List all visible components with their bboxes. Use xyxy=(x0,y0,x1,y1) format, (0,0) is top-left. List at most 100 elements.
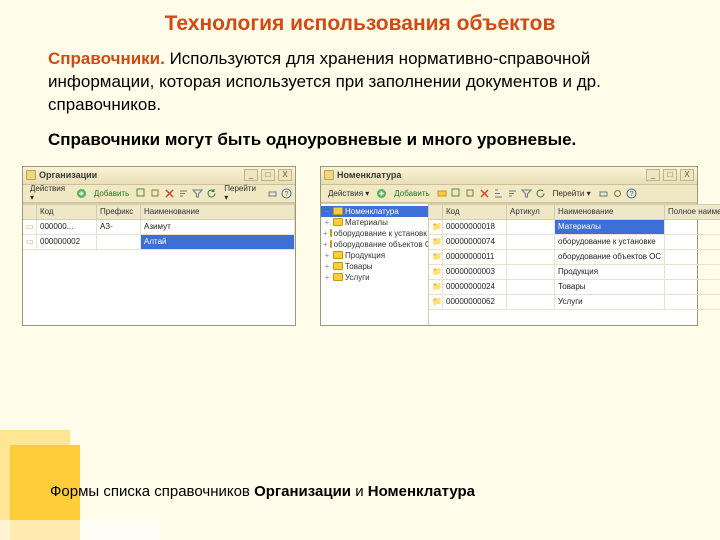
edit-icon[interactable] xyxy=(136,188,147,199)
cell-name[interactable]: Товары xyxy=(555,280,665,295)
col-header-code[interactable]: Код xyxy=(37,204,97,220)
edit-icon[interactable] xyxy=(451,188,462,199)
close-button[interactable]: X xyxy=(680,169,694,181)
close-button[interactable]: X xyxy=(278,169,292,181)
delete-icon[interactable] xyxy=(164,188,175,199)
cell-article[interactable] xyxy=(507,265,555,280)
refresh-icon[interactable] xyxy=(206,188,217,199)
cell-article[interactable] xyxy=(507,220,555,235)
expand-icon[interactable]: + xyxy=(323,273,331,282)
col-header[interactable] xyxy=(23,204,37,220)
cell-code[interactable]: 000000002 xyxy=(37,235,97,250)
cell-code[interactable]: 000000... xyxy=(37,220,97,235)
cell-name-selected[interactable]: Алтай xyxy=(141,235,295,250)
print-icon[interactable] xyxy=(267,188,278,199)
cell-article[interactable] xyxy=(507,250,555,265)
cell-code[interactable]: 00000000062 xyxy=(443,295,507,310)
cell-name-selected[interactable]: Материалы xyxy=(555,220,665,235)
cell-name[interactable]: оборудование объектов ОС xyxy=(555,250,665,265)
tree-node[interactable]: + оборудование к установк xyxy=(321,228,428,239)
row-icon[interactable]: ▭ xyxy=(23,235,37,250)
actions-menu[interactable]: Действия ▾ xyxy=(324,187,373,200)
settings-icon[interactable] xyxy=(612,188,623,199)
expand-icon[interactable]: + xyxy=(323,262,331,271)
copy-icon[interactable] xyxy=(150,188,161,199)
filter-icon[interactable] xyxy=(521,188,532,199)
tree-node[interactable]: +Товары xyxy=(321,261,428,272)
cell-article[interactable] xyxy=(507,295,555,310)
col-header-article[interactable]: Артикул xyxy=(507,204,555,220)
cell-code[interactable]: 00000000074 xyxy=(443,235,507,250)
expand-icon[interactable]: + xyxy=(323,229,328,238)
cell-fullname[interactable] xyxy=(665,250,720,265)
cell-article[interactable] xyxy=(507,280,555,295)
goto-menu[interactable]: Перейти ▾ xyxy=(220,182,264,204)
minimize-button[interactable]: _ xyxy=(646,169,660,181)
folder-icon xyxy=(330,240,332,248)
cell-prefix[interactable] xyxy=(97,235,141,250)
tree-label: Номенклатура xyxy=(345,207,399,216)
cell-code[interactable]: 00000000011 xyxy=(443,250,507,265)
toolbar: Действия ▾ Добавить Перейти ▾ ? xyxy=(321,185,697,203)
cell-article[interactable] xyxy=(507,235,555,250)
copy-icon[interactable] xyxy=(465,188,476,199)
cell-name[interactable]: Продукция xyxy=(555,265,665,280)
cell-name[interactable]: Азимут xyxy=(141,220,295,235)
sort-icon[interactable] xyxy=(178,188,189,199)
cell-fullname[interactable] xyxy=(665,295,720,310)
col-header-fullname[interactable]: Полное наименование xyxy=(665,204,720,220)
actions-menu[interactable]: Действия ▾ xyxy=(26,182,73,204)
add-folder-icon[interactable] xyxy=(437,188,448,199)
tree-node[interactable]: +Продукция xyxy=(321,250,428,261)
add-icon[interactable] xyxy=(76,188,87,199)
expand-icon[interactable]: + xyxy=(323,251,331,260)
add-icon[interactable] xyxy=(376,188,387,199)
filter-icon[interactable] xyxy=(192,188,203,199)
maximize-button[interactable]: □ xyxy=(663,169,677,181)
expand-icon[interactable]: − xyxy=(323,207,331,216)
tree-label: оборудование к установк xyxy=(334,229,427,238)
cell-prefix[interactable]: АЗ- xyxy=(97,220,141,235)
help-icon[interactable]: ? xyxy=(626,188,637,199)
row-folder-icon[interactable]: 📁 xyxy=(429,295,443,310)
row-folder-icon[interactable]: 📁 xyxy=(429,220,443,235)
delete-icon[interactable] xyxy=(479,188,490,199)
col-header-code[interactable]: Код xyxy=(443,204,507,220)
row-folder-icon[interactable]: 📁 xyxy=(429,235,443,250)
expand-icon[interactable]: + xyxy=(323,240,328,249)
cell-fullname[interactable] xyxy=(665,235,720,250)
window-nomenclature: Номенклатура _ □ X Действия ▾ Добавить П… xyxy=(320,166,698,326)
col-header[interactable] xyxy=(429,204,443,220)
cell-fullname[interactable] xyxy=(665,265,720,280)
row-folder-icon[interactable]: 📁 xyxy=(429,280,443,295)
tree-node[interactable]: +Услуги xyxy=(321,272,428,283)
cell-code[interactable]: 00000000003 xyxy=(443,265,507,280)
folder-icon xyxy=(333,218,343,226)
row-folder-icon[interactable]: 📁 xyxy=(429,250,443,265)
col-header-name[interactable]: Наименование xyxy=(555,204,665,220)
refresh-icon[interactable] xyxy=(535,188,546,199)
maximize-button[interactable]: □ xyxy=(261,169,275,181)
cell-fullname[interactable] xyxy=(665,220,720,235)
col-header-name[interactable]: Наименование xyxy=(141,204,295,220)
print-icon[interactable] xyxy=(598,188,609,199)
add-button[interactable]: Добавить xyxy=(390,187,433,200)
sort-icon[interactable] xyxy=(507,188,518,199)
cell-code[interactable]: 00000000018 xyxy=(443,220,507,235)
row-icon[interactable]: ▭ xyxy=(23,220,37,235)
tree-node[interactable]: +оборудование объектов О xyxy=(321,239,428,250)
col-header-prefix[interactable]: Префикс xyxy=(97,204,141,220)
expand-icon[interactable]: + xyxy=(323,218,331,227)
goto-menu[interactable]: Перейти ▾ xyxy=(549,187,595,200)
cell-name[interactable]: Услуги xyxy=(555,295,665,310)
minimize-button[interactable]: _ xyxy=(244,169,258,181)
help-icon[interactable]: ? xyxy=(281,188,292,199)
cell-name[interactable]: оборудование к установке xyxy=(555,235,665,250)
add-button[interactable]: Добавить xyxy=(90,187,133,200)
tree-node[interactable]: +Материалы xyxy=(321,217,428,228)
hierarchy-icon[interactable] xyxy=(493,188,504,199)
cell-fullname[interactable] xyxy=(665,280,720,295)
row-folder-icon[interactable]: 📁 xyxy=(429,265,443,280)
tree-node-selected[interactable]: − Номенклатура xyxy=(321,206,428,217)
cell-code[interactable]: 00000000024 xyxy=(443,280,507,295)
